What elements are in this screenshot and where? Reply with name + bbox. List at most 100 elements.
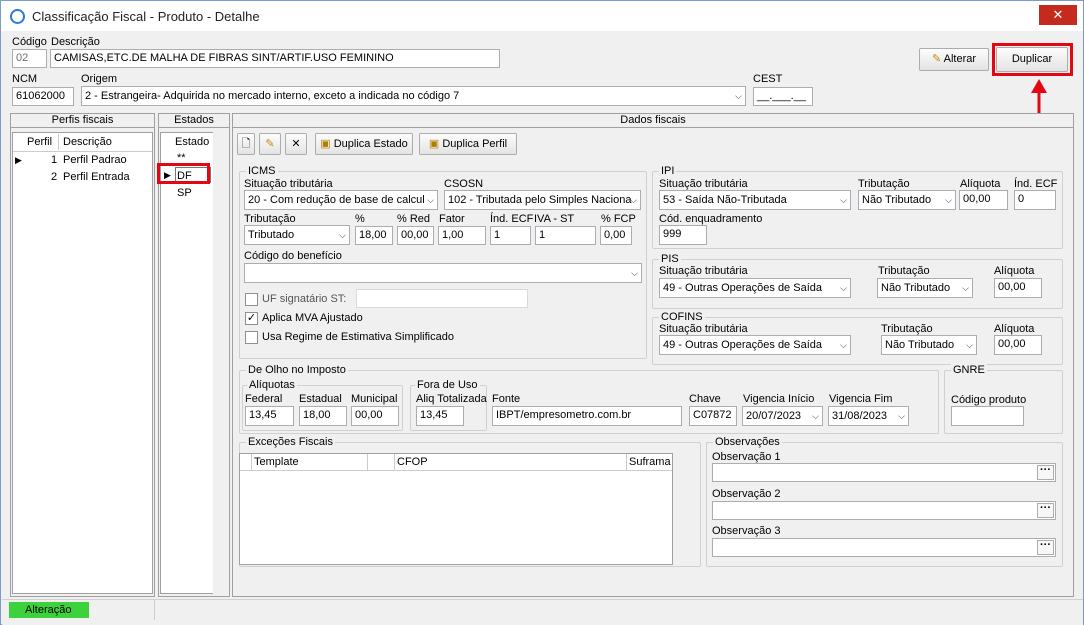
pis-sit-select[interactable]: 49 - Outras Operações de Saída ⌵	[659, 278, 851, 298]
fonte-field[interactable]: IBPT/empresometro.com.br	[492, 406, 682, 426]
highlight-df	[157, 163, 210, 184]
cofins-aliq-field[interactable]: 00,00	[994, 335, 1042, 355]
descricao-field[interactable]: CAMISAS,ETC.DE MALHA DE FIBRAS SINT/ARTI…	[50, 49, 500, 68]
new-icon[interactable]: 🗋	[237, 133, 255, 155]
chave-label: Chave	[689, 393, 721, 405]
icms-ecf-field[interactable]: 1	[490, 226, 531, 245]
chevron-down-icon: ⌵	[966, 340, 973, 350]
icms-fator-label: Fator	[439, 213, 465, 225]
icms-red-field[interactable]: 00,00	[397, 226, 434, 245]
pis-aliq-field[interactable]: 00,00	[994, 278, 1042, 298]
obs2-field[interactable]	[712, 501, 1056, 520]
mva-checkbox[interactable]: ✓	[245, 312, 258, 325]
regime-checkbox[interactable]	[245, 331, 258, 344]
ipi-trib-select[interactable]: Não Tributado ⌵	[858, 190, 956, 210]
estado-row-3[interactable]: SP	[177, 185, 192, 201]
chevron-down-icon: ⌵	[427, 195, 434, 205]
pis-sit-label: Situação tributária	[659, 265, 748, 277]
federal-label: Federal	[245, 393, 283, 405]
ncm-field[interactable]: 61062000	[12, 87, 74, 106]
aliqtot-field[interactable]: 13,45	[416, 406, 464, 426]
estadual-field[interactable]: 18,00	[299, 406, 347, 426]
csosn-select[interactable]: 102 - Tributada pelo Simples Naciona ⌵	[444, 190, 641, 210]
delete-icon[interactable]: ✕	[285, 133, 307, 155]
duplica-estado-button[interactable]: ▣ Duplica Estado	[315, 133, 413, 155]
observacoes-title: Observações	[713, 436, 782, 448]
vigencia-inicio-select[interactable]: 20/07/2023 ⌵	[742, 406, 823, 426]
pis-trib-select[interactable]: Não Tributado ⌵	[877, 278, 973, 298]
codigo-field[interactable]: 02	[12, 49, 47, 68]
obs1-field[interactable]	[712, 463, 1056, 482]
status-text: Alteração	[9, 602, 89, 618]
beneficio-select[interactable]: ⌵	[244, 263, 642, 283]
ipi-trib-label: Tributação	[858, 178, 910, 190]
uf-checkbox[interactable]	[245, 293, 258, 306]
perfis-panel: Perfis fiscais Perfil Descrição ▶ 1 Perf…	[10, 113, 155, 597]
cofins-trib-label: Tributação	[881, 323, 933, 335]
estados-grid: Estado ** ▶ DF SP	[160, 132, 213, 594]
icms-trib-select[interactable]: Tributado ⌵	[244, 225, 350, 245]
obs3-ellipsis-button[interactable]: ···	[1037, 540, 1054, 555]
gnre-cod-label: Código produto	[951, 394, 1027, 406]
edit-record-icon[interactable]: ✎	[259, 133, 281, 155]
highlight-duplicar	[992, 43, 1073, 76]
chevron-down-icon: ⌵	[812, 411, 819, 421]
aliqtot-label: Aliq Totalizada	[416, 393, 487, 405]
icms-iva-field[interactable]: 1	[535, 226, 596, 245]
cofins-sit-select[interactable]: 49 - Outras Operações de Saída ⌵	[659, 335, 851, 355]
duplica-perfil-button[interactable]: ▣ Duplica Perfil	[419, 133, 517, 155]
cofins-trib-select[interactable]: Não Tributado ⌵	[881, 335, 977, 355]
ipi-trib-value: Não Tributado	[862, 194, 932, 206]
col-descricao: Descrição	[63, 136, 112, 148]
gnre-cod-field[interactable]	[951, 406, 1024, 426]
obs3-field[interactable]	[712, 538, 1056, 557]
icms-pct-label: %	[355, 213, 365, 225]
vigencia-fim-select[interactable]: 31/08/2023 ⌵	[828, 406, 909, 426]
vigencia-inicio-label: Vigencia Início	[743, 393, 815, 405]
alterar-button[interactable]: ✎ Alterar	[919, 48, 989, 71]
obs1-ellipsis-button[interactable]: ···	[1037, 465, 1054, 480]
close-button[interactable]: ✕	[1039, 5, 1077, 25]
ipi-aliq-label: Alíquota	[960, 178, 1001, 190]
perfil-desc-2[interactable]: Perfil Entrada	[63, 169, 130, 185]
fora-uso-title: Fora de Uso	[415, 379, 480, 391]
origem-select[interactable]: 2 - Estrangeira- Adquirida no mercado in…	[81, 86, 746, 106]
copy-icon: ▣	[428, 138, 440, 150]
mva-label: Aplica MVA Ajustado	[262, 312, 363, 324]
cofins-title: COFINS	[659, 311, 705, 323]
ipi-aliq-field[interactable]: 00,00	[959, 190, 1008, 210]
ncm-label: NCM	[12, 73, 38, 85]
federal-field[interactable]: 13,45	[245, 406, 294, 426]
icms-fcp-field[interactable]: 0,00	[600, 226, 632, 245]
cest-field[interactable]: __.___.__	[753, 87, 813, 106]
icms-fator-field[interactable]: 1,00	[438, 226, 486, 245]
origem-value: 2 - Estrangeira- Adquirida no mercado in…	[85, 90, 460, 102]
obs2-ellipsis-button[interactable]: ···	[1037, 503, 1054, 518]
chave-field[interactable]: C07872	[689, 406, 737, 426]
fonte-label: Fonte	[492, 393, 521, 405]
perfil-id-1[interactable]: 1	[51, 152, 57, 168]
chevron-down-icon: ⌵	[735, 91, 742, 101]
chevron-down-icon: ⌵	[840, 283, 847, 293]
uf-field[interactable]	[356, 289, 528, 308]
copy-icon: ▣	[320, 138, 331, 150]
duplica-perfil-label: Duplica Perfil	[442, 138, 508, 150]
icms-sit-select[interactable]: 20 - Com redução de base de calcul ⌵	[244, 190, 438, 210]
icms-fcp-label: % FCP	[601, 213, 636, 225]
vigencia-fim-label: Vigencia Fim	[829, 393, 893, 405]
icms-pct-field[interactable]: 18,00	[355, 226, 393, 245]
chevron-down-icon: ⌵	[945, 195, 952, 205]
ipi-ecf-field[interactable]: 0	[1014, 190, 1056, 210]
cofins-aliq-label: Alíquota	[994, 323, 1035, 335]
perfil-id-2[interactable]: 2	[51, 169, 57, 185]
chevron-down-icon: ⌵	[631, 268, 638, 278]
ipi-enq-field[interactable]: 999	[659, 225, 707, 245]
estados-panel: Estados Estado ** ▶ DF SP	[158, 113, 230, 597]
pis-sit-value: 49 - Outras Operações de Saída	[663, 282, 822, 294]
municipal-field[interactable]: 00,00	[351, 406, 399, 426]
pis-aliq-label: Alíquota	[994, 265, 1035, 277]
perfil-desc-1[interactable]: Perfil Padrao	[63, 152, 127, 168]
col-cfop: CFOP	[397, 456, 428, 468]
icms-sit-label: Situação tributária	[244, 178, 333, 190]
ipi-sit-select[interactable]: 53 - Saída Não-Tributada ⌵	[659, 190, 851, 210]
